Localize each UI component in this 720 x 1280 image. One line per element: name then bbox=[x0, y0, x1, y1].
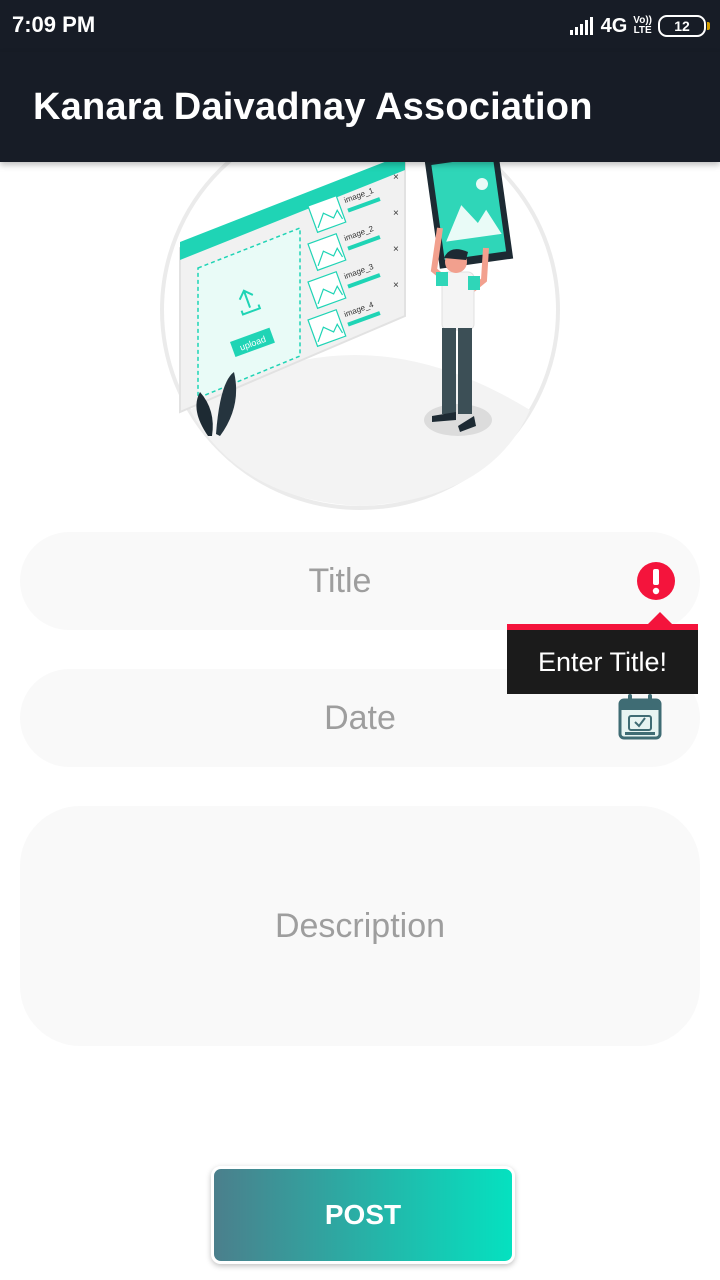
status-time: 7:09 PM bbox=[12, 12, 96, 37]
close-icon: × bbox=[393, 208, 399, 219]
status-bar: 7:09 PM 4G Vo)) LTE 12 bbox=[0, 0, 720, 52]
battery-icon: 12 bbox=[658, 15, 710, 37]
upload-illustration: upload image_1 image_2 image_3 image_4 ×… bbox=[160, 120, 560, 510]
description-input[interactable]: Description bbox=[20, 806, 700, 1046]
close-icon: × bbox=[393, 172, 399, 183]
error-tooltip-text: Enter Title! bbox=[537, 646, 668, 677]
error-tooltip: Enter Title! bbox=[507, 624, 698, 694]
error-icon bbox=[637, 562, 675, 600]
status-icons: 4G Vo)) LTE 12 bbox=[569, 12, 710, 40]
title-input[interactable]: Title bbox=[20, 532, 700, 630]
close-icon: × bbox=[393, 280, 399, 291]
network-type: 4G bbox=[600, 14, 628, 37]
post-button[interactable]: POST bbox=[211, 1166, 515, 1264]
app-bar: Kanara Daivadnay Association bbox=[0, 52, 720, 162]
volte-bottom: LTE bbox=[633, 25, 652, 36]
signal-icon bbox=[569, 17, 593, 35]
description-placeholder: Description bbox=[274, 906, 446, 945]
volte-indicator: Vo)) LTE bbox=[633, 16, 652, 36]
title-placeholder: Title bbox=[308, 561, 372, 600]
date-placeholder: Date bbox=[324, 698, 396, 737]
calendar-icon[interactable] bbox=[617, 692, 663, 742]
error-tooltip-arrow bbox=[648, 612, 672, 624]
close-icon: × bbox=[393, 244, 399, 255]
app-title: Kanara Daivadnay Association bbox=[33, 86, 593, 128]
